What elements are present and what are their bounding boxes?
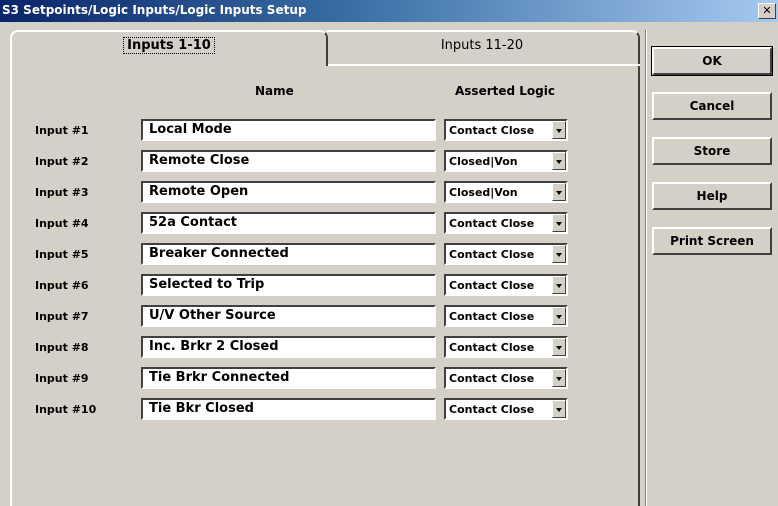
input-label: Input #10 [35, 403, 97, 416]
asserted-logic-value: Contact Close [449, 124, 535, 137]
asserted-logic-select[interactable]: Contact Close [444, 305, 568, 327]
asserted-logic-select[interactable]: Contact Close [444, 243, 568, 265]
dropdown-arrow-icon[interactable] [552, 307, 566, 325]
dropdown-arrow-icon[interactable] [552, 276, 566, 294]
asserted-logic-select[interactable]: Closed|Von [444, 150, 568, 172]
dropdown-arrow-icon[interactable] [552, 152, 566, 170]
dropdown-arrow-icon[interactable] [552, 183, 566, 201]
asserted-logic-select[interactable]: Contact Close [444, 336, 568, 358]
asserted-logic-value: Contact Close [449, 403, 535, 416]
tab-panel-edge [328, 64, 640, 66]
asserted-logic-select[interactable]: Contact Close [444, 274, 568, 296]
input-name-field[interactable]: Tie Brkr Connected [141, 367, 436, 389]
input-name-field[interactable]: Breaker Connected [141, 243, 436, 265]
input-label: Input #2 [35, 155, 89, 168]
asserted-logic-column-header: Asserted Logic [455, 84, 555, 98]
help-button[interactable]: Help [652, 182, 772, 210]
input-label: Input #3 [35, 186, 89, 199]
asserted-logic-select[interactable]: Contact Close [444, 119, 568, 141]
title-bar: S3 Setpoints/Logic Inputs/Logic Inputs S… [0, 0, 778, 22]
input-name-field[interactable]: U/V Other Source [141, 305, 436, 327]
button-area-separator [645, 30, 647, 506]
tab-label: Inputs 1-10 [123, 37, 215, 54]
ok-button[interactable]: OK [651, 46, 773, 76]
asserted-logic-value: Closed|Von [449, 155, 518, 168]
asserted-logic-value: Contact Close [449, 372, 535, 385]
input-name-field[interactable]: Selected to Trip [141, 274, 436, 296]
input-name-field[interactable]: Remote Open [141, 181, 436, 203]
asserted-logic-select[interactable]: Contact Close [444, 212, 568, 234]
asserted-logic-value: Closed|Von [449, 186, 518, 199]
asserted-logic-select[interactable]: Contact Close [444, 398, 568, 420]
input-label: Input #4 [35, 217, 89, 230]
input-label: Input #9 [35, 372, 89, 385]
input-name-field[interactable]: 52a Contact [141, 212, 436, 234]
tab-label: Inputs 11-20 [440, 38, 524, 53]
print-screen-button[interactable]: Print Screen [652, 227, 772, 255]
store-button[interactable]: Store [652, 137, 772, 165]
asserted-logic-value: Contact Close [449, 341, 535, 354]
input-name-field[interactable]: Remote Close [141, 150, 436, 172]
asserted-logic-select[interactable]: Contact Close [444, 367, 568, 389]
input-name-field[interactable]: Tie Bkr Closed [141, 398, 436, 420]
dropdown-arrow-icon[interactable] [552, 245, 566, 263]
cancel-button[interactable]: Cancel [652, 92, 772, 120]
input-label: Input #6 [35, 279, 89, 292]
input-label: Input #5 [35, 248, 89, 261]
asserted-logic-select[interactable]: Closed|Von [444, 181, 568, 203]
dropdown-arrow-icon[interactable] [552, 338, 566, 356]
input-name-field[interactable]: Inc. Brkr 2 Closed [141, 336, 436, 358]
tab-inputs-1-10[interactable]: Inputs 1-10 [10, 30, 328, 66]
input-label: Input #8 [35, 341, 89, 354]
input-label: Input #7 [35, 310, 89, 323]
input-label: Input #1 [35, 124, 89, 137]
tab-inputs-11-20[interactable]: Inputs 11-20 [326, 30, 640, 64]
asserted-logic-value: Contact Close [449, 217, 535, 230]
name-column-header: Name [255, 84, 294, 98]
window-title: S3 Setpoints/Logic Inputs/Logic Inputs S… [2, 3, 307, 17]
close-icon[interactable]: ✕ [758, 3, 776, 19]
dropdown-arrow-icon[interactable] [552, 214, 566, 232]
input-name-field[interactable]: Local Mode [141, 119, 436, 141]
asserted-logic-value: Contact Close [449, 248, 535, 261]
asserted-logic-value: Contact Close [449, 310, 535, 323]
dropdown-arrow-icon[interactable] [552, 121, 566, 139]
asserted-logic-value: Contact Close [449, 279, 535, 292]
dropdown-arrow-icon[interactable] [552, 400, 566, 418]
dropdown-arrow-icon[interactable] [552, 369, 566, 387]
